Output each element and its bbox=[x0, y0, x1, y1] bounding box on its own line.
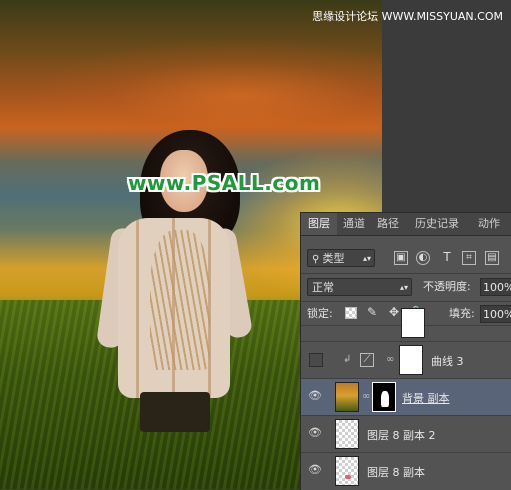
lock-position-icon[interactable]: ✥ bbox=[387, 306, 401, 320]
layer-name[interactable]: 背景 副本 bbox=[402, 390, 450, 406]
layer-mask-thumb bbox=[401, 308, 425, 338]
layer-name[interactable]: 图层 8 副本 bbox=[367, 464, 425, 480]
corner-watermark: 思缘设计论坛 WWW.MISSYUAN.COM bbox=[312, 10, 503, 23]
opacity-input[interactable]: 100% bbox=[480, 278, 511, 296]
layers-panel: 图层 通道 路径 历史记录 动作 ⚲ 类型 ▴▾ ▣ ◐ T ⌗ ▤ 正常 ▴▾… bbox=[300, 212, 511, 490]
panel-tabs: 图层 通道 路径 历史记录 动作 bbox=[301, 213, 511, 236]
sky-cloud-glow bbox=[40, 40, 440, 150]
link-chain-icon[interactable]: ∞ bbox=[386, 354, 394, 365]
layer-thumb[interactable] bbox=[335, 419, 359, 449]
layer-thumb[interactable] bbox=[335, 456, 359, 486]
curves-icon: ⟋ bbox=[360, 353, 374, 367]
layer-name[interactable]: 曲线 3 bbox=[431, 353, 464, 369]
layer-mask-thumb[interactable] bbox=[399, 345, 423, 375]
smart-object-filter-icon[interactable]: ▤ bbox=[485, 251, 499, 265]
layer-name[interactable]: 图层 8 副本 2 bbox=[367, 427, 436, 443]
eye-icon[interactable]: 👁 bbox=[308, 390, 322, 401]
tab-channels[interactable]: 通道 bbox=[337, 213, 371, 235]
layer-row-selected[interactable]: 👁 ∞ 背景 副本 bbox=[301, 378, 511, 415]
text-filter-icon[interactable]: T bbox=[440, 251, 454, 265]
layer-row-partial[interactable] bbox=[301, 308, 511, 340]
filter-dropdown-icon: ▴▾ bbox=[362, 254, 371, 263]
wheat-bouquet bbox=[150, 230, 210, 370]
filter-kind-select[interactable]: ⚲ 类型 ▴▾ bbox=[307, 249, 375, 267]
layer-mask-thumb[interactable] bbox=[372, 382, 396, 412]
divider bbox=[301, 273, 511, 274]
blend-dropdown-icon: ▴▾ bbox=[399, 283, 408, 292]
eye-icon[interactable]: 👁 bbox=[308, 427, 322, 438]
filter-kind-label: 类型 bbox=[322, 252, 345, 265]
lock-paint-icon[interactable]: ✎ bbox=[365, 306, 379, 320]
tab-paths[interactable]: 路径 bbox=[371, 213, 405, 235]
layer-row[interactable]: 👁 图层 8 副本 2 bbox=[301, 415, 511, 452]
shape-filter-icon[interactable]: ⌗ bbox=[462, 251, 476, 265]
fill-input[interactable]: 100% bbox=[480, 305, 511, 323]
visibility-toggle[interactable] bbox=[309, 353, 323, 367]
layer-row[interactable]: 👁 图层 8 副本 bbox=[301, 452, 511, 489]
layer-row[interactable]: ↲ ⟋ ∞ 曲线 3 bbox=[301, 341, 511, 378]
lock-label: 锁定: bbox=[307, 307, 333, 320]
layer-thumb-mark bbox=[345, 475, 351, 479]
eye-icon[interactable]: 👁 bbox=[308, 464, 322, 475]
image-filter-icon[interactable]: ▣ bbox=[394, 251, 408, 265]
site-watermark: www.PSALL.com bbox=[128, 171, 321, 195]
link-chain-icon[interactable]: ∞ bbox=[362, 391, 370, 402]
adjustment-filter-icon[interactable]: ◐ bbox=[416, 251, 430, 265]
blend-mode-select[interactable]: 正常 ▴▾ bbox=[307, 278, 412, 296]
layer-thumb[interactable] bbox=[335, 382, 359, 412]
lock-transparent-icon[interactable] bbox=[345, 307, 357, 319]
mask-silhouette bbox=[381, 391, 389, 407]
divider bbox=[301, 301, 511, 302]
blend-mode-value: 正常 bbox=[312, 281, 334, 294]
clip-arrow-icon: ↲ bbox=[343, 354, 352, 365]
workspace-background bbox=[382, 0, 511, 213]
search-icon: ⚲ bbox=[312, 254, 323, 265]
tab-history[interactable]: 历史记录 bbox=[405, 213, 469, 235]
tab-layers[interactable]: 图层 bbox=[301, 213, 337, 235]
girl-legs bbox=[140, 392, 210, 432]
tab-actions[interactable]: 动作 bbox=[469, 213, 509, 235]
fill-label: 填充: bbox=[449, 307, 475, 320]
opacity-label: 不透明度: bbox=[423, 280, 471, 293]
